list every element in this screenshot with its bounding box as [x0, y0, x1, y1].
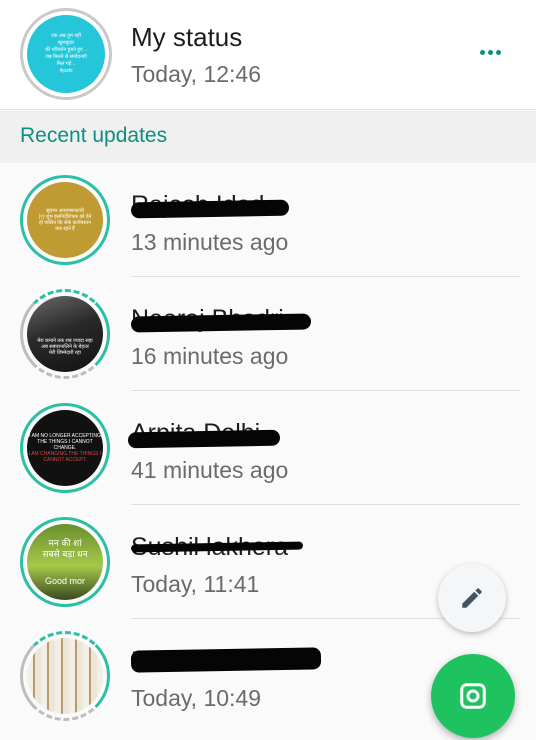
status-avatar-ring: मन की शां सबसे बड़ा धन Good mor — [20, 517, 110, 607]
status-list-item[interactable]: सुप्रभा अवलम्बनदायी (१) शुभ इसनिर्देशित्… — [0, 163, 536, 277]
camera-status-button[interactable] — [431, 654, 515, 738]
camera-icon — [460, 683, 486, 709]
thumb-text: खुशबूदार — [57, 40, 75, 46]
redaction-scribble — [127, 429, 281, 449]
pencil-icon — [462, 588, 482, 608]
recent-updates-header: Recent updates — [0, 111, 536, 163]
status-time: 16 minutes ago — [131, 343, 289, 369]
status-list-item[interactable]: I AM NO LONGER ACCEPTING THE THINGS I CA… — [0, 391, 536, 505]
status-thumbnail: मेरा कमाने तक शब ज्यादा सहा अब सबपरनालिन… — [27, 296, 103, 372]
status-list-item[interactable]: मेरा कमाने तक शब ज्यादा सहा अब सबपरनालिन… — [0, 277, 536, 391]
redaction-scribble — [130, 199, 290, 219]
my-status-title: My status — [131, 22, 243, 52]
thumb-text: मिल गई .. — [56, 61, 76, 67]
redaction-scribble — [130, 313, 312, 333]
status-thumbnail — [27, 638, 103, 714]
status-list: सुप्रभा अवलम्बनदायी (१) शुभ इसनिर्देशित्… — [0, 163, 536, 733]
status-thumbnail: मन की शां सबसे बड़ा धन Good mor — [27, 524, 103, 600]
thumb-text: की परिवर्तन हूडते हुए .. — [45, 47, 87, 53]
thumb-text: Good mor — [44, 575, 86, 586]
my-status-time: Today, 12:46 — [131, 61, 262, 87]
edit-text-status-button[interactable] — [438, 564, 506, 632]
thumb-text: एक अब तुम नहीं — [50, 33, 81, 39]
status-avatar-ring: I AM NO LONGER ACCEPTING THE THINGS I CA… — [20, 403, 110, 493]
status-time: 41 minutes ago — [131, 457, 289, 483]
status-time: Today, 10:49 — [131, 685, 262, 711]
more-horizontal-icon[interactable] — [468, 36, 512, 68]
status-time: Today, 11:41 — [131, 571, 260, 597]
thumb-text: सबसे बड़ा धन — [42, 548, 88, 559]
status-avatar-ring: सुप्रभा अवलम्बनदायी (१) शुभ इसनिर्देशित्… — [20, 175, 110, 265]
status-thumbnail: सुप्रभा अवलम्बनदायी (१) शुभ इसनिर्देशित्… — [27, 182, 103, 258]
thumb-text: मन की शां — [48, 537, 82, 548]
status-thumbnail: I AM NO LONGER ACCEPTING THE THINGS I CA… — [27, 410, 103, 486]
thumb-text: #joshi — [59, 68, 73, 74]
thumb-text: कब रहते हैं — [55, 226, 75, 232]
status-time: 13 minutes ago — [131, 229, 289, 255]
thumb-text: जब मिलने से सम्वेदनाएँ — [45, 54, 87, 60]
status-avatar-ring: मेरा कमाने तक शब ज्यादा सहा अब सबपरनालिन… — [20, 289, 110, 379]
my-status-avatar-ring[interactable]: एक अब तुम नहीं खुशबूदार की परिवर्तन हूडत… — [20, 8, 112, 100]
my-status-row[interactable]: एक अब तुम नहीं खुशबूदार की परिवर्तन हूडत… — [0, 0, 536, 110]
status-avatar-ring — [20, 631, 110, 721]
my-status-thumbnail: एक अब तुम नहीं खुशबूदार की परिवर्तन हूडत… — [27, 15, 105, 93]
thumb-text: मेरी जिम्मेदारी रहा — [49, 350, 81, 356]
redaction-scribble — [130, 647, 322, 673]
thumb-text: THE THINGS I CANNOT CHANGE. — [37, 439, 93, 451]
thumb-text: CANNOT ACCEPT. — [43, 457, 87, 463]
